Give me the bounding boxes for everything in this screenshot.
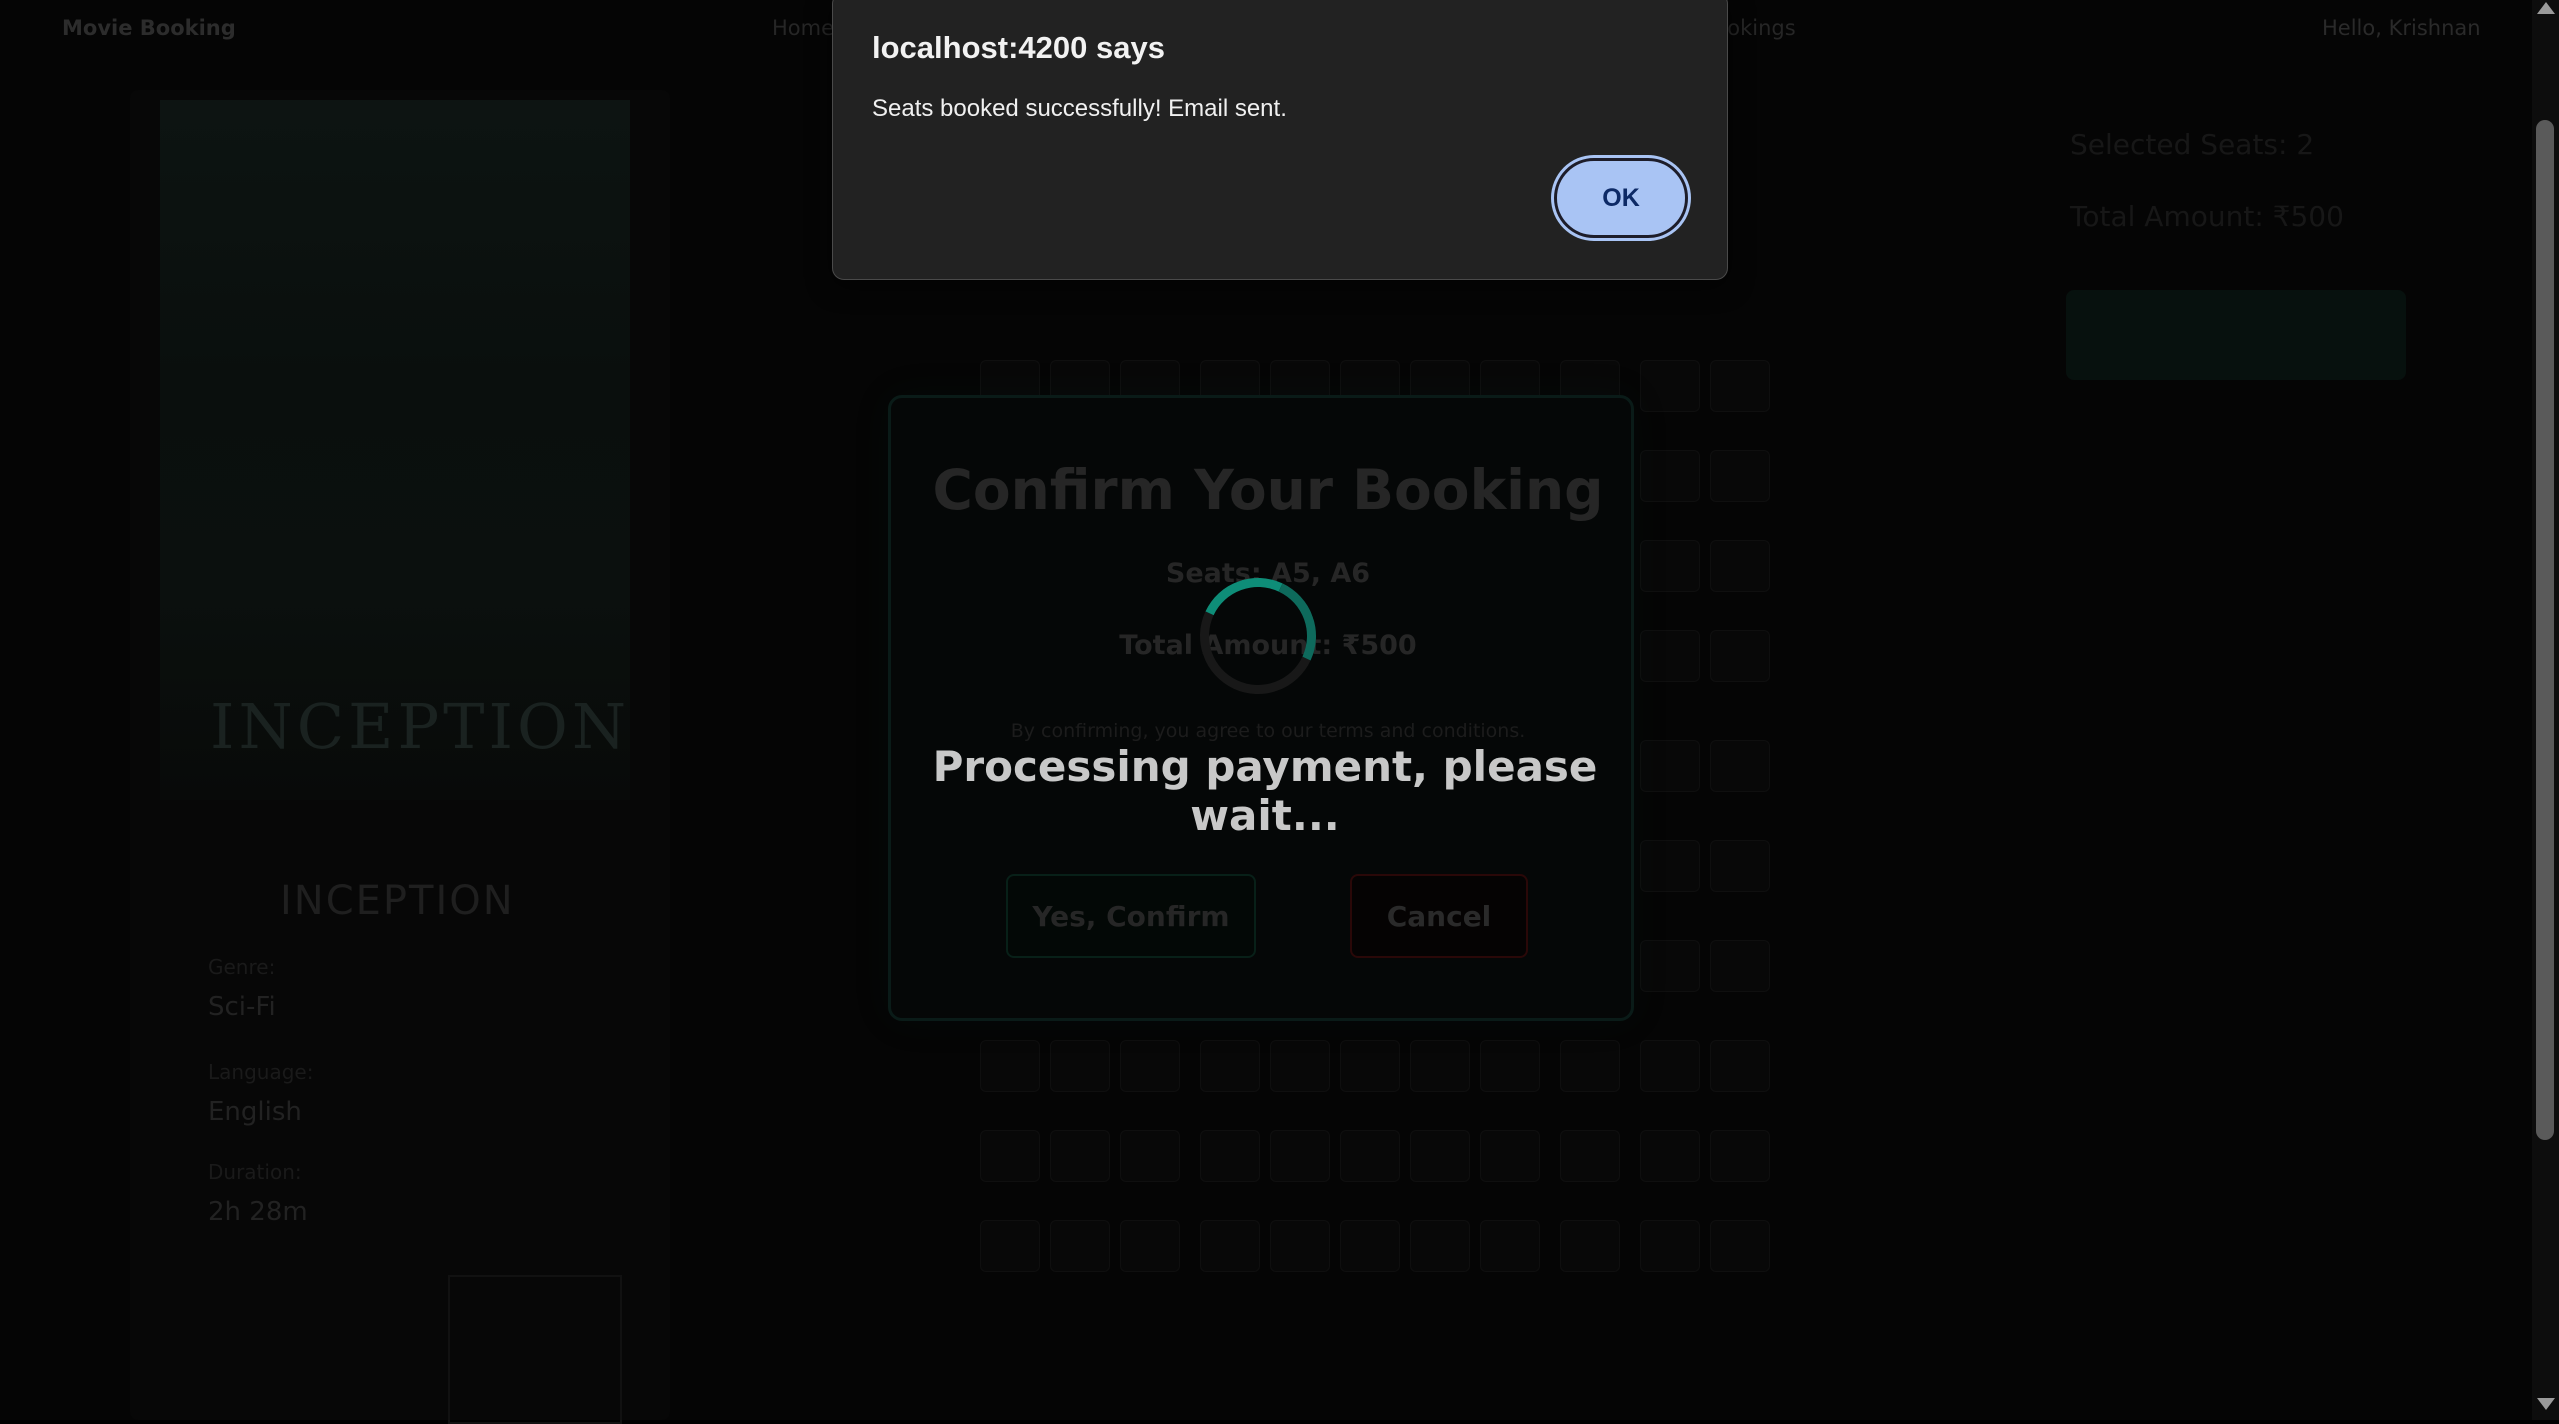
seat-button[interactable] [1640, 630, 1700, 682]
seat-button[interactable] [1710, 1130, 1770, 1182]
cancel-button[interactable]: Cancel [1350, 874, 1528, 958]
seat-button[interactable] [1340, 1040, 1400, 1092]
seat-button[interactable] [1050, 1130, 1110, 1182]
proceed-button[interactable] [2066, 290, 2406, 380]
processing-message: Processing payment, please wait... [932, 742, 1598, 840]
seat-button[interactable] [1560, 1130, 1620, 1182]
seat-button[interactable] [1710, 630, 1770, 682]
genre-label: Genre: [208, 955, 276, 979]
seat-button[interactable] [980, 1220, 1040, 1272]
seat-button[interactable] [1270, 1040, 1330, 1092]
seat-button[interactable] [1710, 740, 1770, 792]
seat-button[interactable] [1640, 540, 1700, 592]
seat-button[interactable] [1340, 1130, 1400, 1182]
scroll-up-arrow-icon[interactable] [2537, 2, 2555, 14]
seat-button[interactable] [1710, 940, 1770, 992]
seat-button[interactable] [1640, 1040, 1700, 1092]
seat-button[interactable] [1200, 1040, 1260, 1092]
language-value: English [208, 1097, 302, 1127]
terms-text: By confirming, you agree to our terms an… [1010, 720, 1526, 742]
scrollbar-thumb[interactable] [2536, 120, 2554, 1140]
alert-message: Seats booked successfully! Email sent. [872, 95, 1287, 122]
seat-button[interactable] [1710, 840, 1770, 892]
yes-confirm-button[interactable]: Yes, Confirm [1006, 874, 1256, 958]
seat-button[interactable] [1200, 1130, 1260, 1182]
seat-button[interactable] [1480, 1040, 1540, 1092]
seat-button[interactable] [1640, 1130, 1700, 1182]
seat-button[interactable] [1640, 450, 1700, 502]
seat-button[interactable] [1640, 940, 1700, 992]
seat-button[interactable] [1410, 1040, 1470, 1092]
seat-button[interactable] [1480, 1220, 1540, 1272]
brand-logo-text[interactable]: Movie Booking [62, 16, 236, 40]
seat-button[interactable] [1200, 1220, 1260, 1272]
seat-button[interactable] [1710, 540, 1770, 592]
seat-button[interactable] [1050, 1040, 1110, 1092]
seat-button[interactable] [1710, 450, 1770, 502]
duration-label: Duration: [208, 1160, 302, 1184]
seat-button[interactable] [1050, 1220, 1110, 1272]
user-greeting: Hello, Krishnan [2322, 16, 2481, 40]
seat-button[interactable] [1640, 1220, 1700, 1272]
seat-button[interactable] [1710, 360, 1770, 412]
selected-seats-summary: Selected Seats: 2 [2070, 128, 2315, 161]
seat-button[interactable] [1120, 1130, 1180, 1182]
movie-title: INCEPTION [280, 878, 515, 924]
seat-button[interactable] [1640, 360, 1700, 412]
seat-button[interactable] [1710, 1040, 1770, 1092]
seat-button[interactable] [1640, 840, 1700, 892]
seat-button[interactable] [1560, 1220, 1620, 1272]
seat-button[interactable] [1410, 1130, 1470, 1182]
seat-button[interactable] [1270, 1130, 1330, 1182]
poster-title-text: INCEPTION [210, 690, 631, 763]
rating-badge [448, 1275, 622, 1424]
genre-value: Sci-Fi [208, 992, 276, 1022]
total-amount-summary: Total Amount: ₹500 [2070, 200, 2344, 233]
seat-button[interactable] [1410, 1220, 1470, 1272]
seat-button[interactable] [1270, 1220, 1330, 1272]
language-label: Language: [208, 1060, 314, 1084]
seat-button[interactable] [1710, 1220, 1770, 1272]
seat-button[interactable] [1340, 1220, 1400, 1272]
seat-button[interactable] [980, 1040, 1040, 1092]
alert-ok-button[interactable]: OK [1554, 158, 1688, 238]
duration-value: 2h 28m [208, 1197, 308, 1227]
seat-button[interactable] [1120, 1040, 1180, 1092]
scroll-down-arrow-icon[interactable] [2537, 1398, 2555, 1410]
seat-button[interactable] [1560, 1040, 1620, 1092]
nav-home-link[interactable]: Home [772, 16, 834, 40]
seat-button[interactable] [1480, 1130, 1540, 1182]
seat-button[interactable] [1120, 1220, 1180, 1272]
seat-button[interactable] [980, 1130, 1040, 1182]
confirm-modal-title: Confirm Your Booking [932, 458, 1604, 522]
alert-title: localhost:4200 says [872, 30, 1165, 65]
